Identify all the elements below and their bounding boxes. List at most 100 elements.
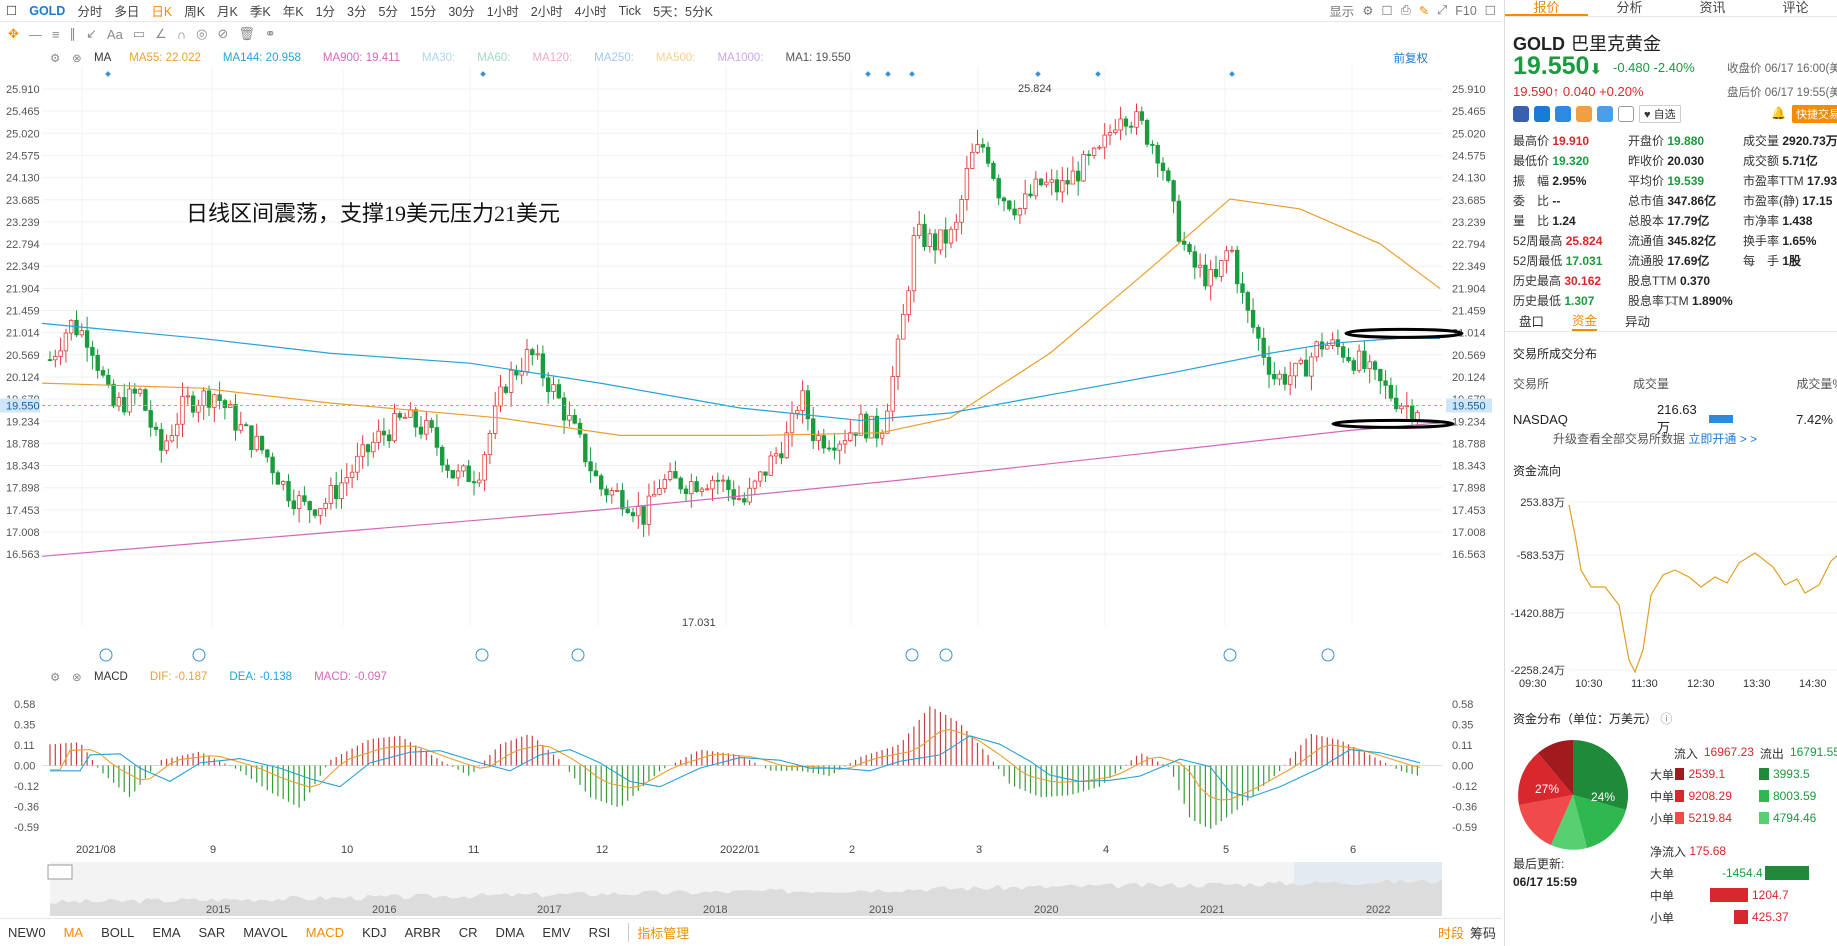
indicator-new0[interactable]: NEW0 [8,925,46,940]
ma-name[interactable]: MA [94,52,111,64]
macd-name[interactable]: MACD [94,671,128,683]
text-tool-icon[interactable]: Aa [107,27,123,42]
lightning-icon[interactable] [1534,106,1550,122]
period-tab[interactable]: 15分 [410,1,436,20]
ma-item[interactable]: MA60: [477,52,510,64]
indicator-sar[interactable]: SAR [198,925,225,940]
s-icon[interactable] [1555,106,1571,122]
magnet-tool-icon[interactable]: ∩ [177,27,186,42]
candle-body [201,390,206,407]
gear-icon[interactable]: ⚙ [1362,3,1373,18]
pen-icon[interactable]: ✎ [1419,3,1429,18]
crosshair-tool-icon[interactable]: ✥ [8,26,19,42]
eye-tool-icon[interactable]: ◎ [196,26,207,42]
period-tab[interactable]: 分时 [77,1,102,20]
doc-icon[interactable] [1618,106,1634,122]
camera-icon[interactable]: ⎙ [1401,3,1411,18]
wave-icon[interactable] [1576,106,1592,122]
tab-orderbook[interactable]: 盘口 [1519,311,1544,330]
tab-capital[interactable]: 资金 [1572,310,1598,331]
fast-trade-button[interactable]: 快捷交易 [1792,105,1837,123]
upgrade-link[interactable]: 立即开通 > > [1688,432,1757,446]
candlestick-chart[interactable]: 25.910 25.910 25.465 25.465 25.020 25.020 24.5… [0,66,1502,666]
bell-icon[interactable]: 🔔 [1771,106,1786,120]
ma-item[interactable]: MA120: [533,52,573,64]
ma-item[interactable]: MA30: [422,52,455,64]
indicator-macd[interactable]: MACD [306,925,344,940]
tab-analysis[interactable]: 分析 [1588,0,1671,16]
tab-quote[interactable]: 报价 [1505,0,1588,16]
close-icon[interactable]: ⊗ [72,670,82,684]
ma-item[interactable]: MA1000: [717,52,763,64]
period-tab[interactable]: 多日 [114,1,139,20]
detail-tabs: 盘口 资金 异动 [1505,310,1837,332]
arrow-tool-icon[interactable]: ↙ [86,26,97,42]
tab-news[interactable]: 资讯 [1671,0,1754,16]
help-icon[interactable]: ⓘ [1660,712,1672,726]
period-tab[interactable]: 5天：5分K [653,1,713,20]
checkbox-icon[interactable]: ☐ [6,3,17,18]
us-flag-icon[interactable] [1513,106,1529,122]
indicator-emv[interactable]: EMV [542,925,570,940]
line-tool-icon[interactable]: — [29,27,42,42]
fullscreen-icon[interactable]: ⤢ [1437,3,1447,18]
link-tool-icon[interactable]: ⚭ [265,26,276,42]
indicator-ema[interactable]: EMA [152,925,180,940]
period-tab[interactable]: 月K [217,1,238,20]
period-tab[interactable]: 30分 [448,1,474,20]
period-tab[interactable]: 年K [283,1,304,20]
channel-tool-icon[interactable]: ∥ [70,26,77,42]
add-watchlist-button[interactable]: ♥ 自选 [1639,105,1681,123]
period-tab[interactable]: Tick [619,4,641,18]
period-tab[interactable]: 季K [250,1,271,20]
period-tab[interactable]: 1小时 [487,1,519,20]
ma-item[interactable]: MA900: 19.411 [323,52,400,64]
period-tab[interactable]: 5分 [378,1,397,20]
indicator-rsi[interactable]: RSI [589,925,611,940]
indicator-manage-button[interactable]: 指标管理 [628,923,689,942]
period-tab[interactable]: 2小时 [531,1,563,20]
net-header: 净流入 175.68 [1650,840,1837,862]
adjust-mode[interactable]: 前复权 [1394,50,1441,66]
session-button[interactable]: 时段 [1438,923,1464,942]
tag-icon[interactable] [1597,106,1613,122]
macd-chart[interactable]: 0.58 0.58 0.35 0.35 0.11 0.11 0.00 0.00 -0.12 -0.… [0,688,1502,918]
tab-alerts[interactable]: 异动 [1625,311,1650,330]
period-tab[interactable]: 1分 [316,1,335,20]
trash-icon[interactable]: 🗑 [238,26,255,42]
earnings-marker [905,648,919,662]
ma-item[interactable]: MA144: 20.958 [223,52,301,64]
ma-item[interactable]: MA55: 22.022 [129,52,201,64]
indicator-arbr[interactable]: ARBR [405,925,441,940]
settings-icon[interactable]: ⚙ [50,670,60,684]
stat-item: 市盈率TTM 17.93 [1743,172,1837,189]
close-icon[interactable]: ⊗ [72,51,82,65]
ma-item[interactable]: MA500: [656,52,696,64]
ma-item[interactable]: MA1: 19.550 [785,52,850,64]
period-tab[interactable]: 4小时 [575,1,607,20]
chips-button[interactable]: 筹码 [1470,923,1496,942]
indicator-dma[interactable]: DMA [496,925,525,940]
indicator-boll[interactable]: BOLL [101,925,134,940]
symbol-label[interactable]: GOLD [29,4,65,18]
indicator-ma[interactable]: MA [64,925,84,940]
ma-item[interactable]: MA250: [594,52,634,64]
hline-tool-icon[interactable]: ≡ [52,27,60,42]
collapse-icon[interactable]: ☐ [1485,3,1496,18]
period-tab[interactable]: 日K [151,1,172,20]
period-tab[interactable]: 周K [184,1,205,20]
comment-tool-icon[interactable]: ▭ [133,26,145,42]
ruler-tool-icon[interactable]: ∠ [155,26,167,42]
quote-panel: 报价 分析 资讯 评论 GOLD 巴里克黄金 19.550⬇ -0.480 -2.… [1504,0,1837,946]
indicator-mavol[interactable]: MAVOL [243,925,288,940]
tab-comments[interactable]: 评论 [1754,0,1837,16]
indicator-kdj[interactable]: KDJ [362,925,387,940]
settings-icon[interactable]: ⚙ [50,51,60,65]
window-icon[interactable]: ☐ [1382,3,1393,18]
indicator-cr[interactable]: CR [459,925,478,940]
chevron-up-icon[interactable]: ︿ [1665,292,1677,309]
f10-button[interactable]: F10 [1455,4,1477,18]
display-menu[interactable]: 显示 [1329,1,1354,20]
hide-tool-icon[interactable]: ⊘ [217,26,228,42]
period-tab[interactable]: 3分 [347,1,366,20]
